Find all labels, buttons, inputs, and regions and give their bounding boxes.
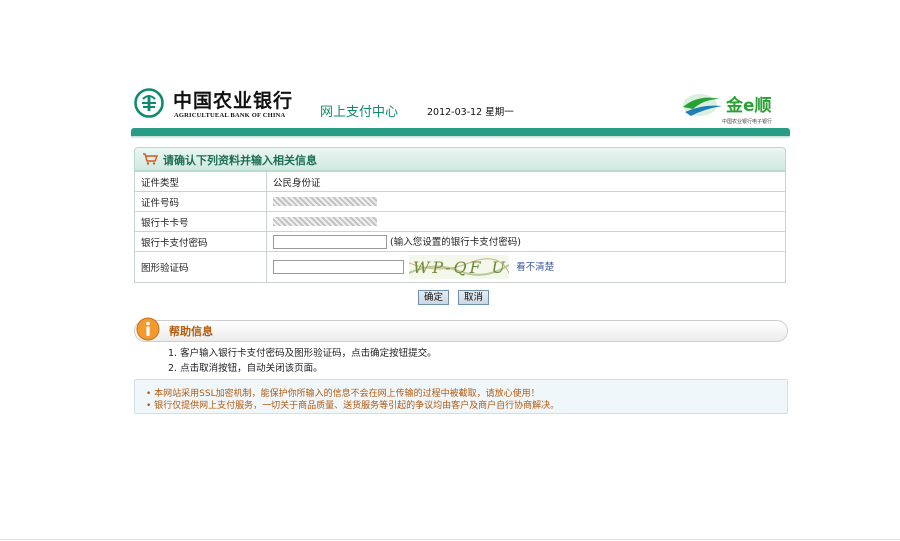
captcha-text: WP-QF U: [413, 258, 506, 277]
captcha-cell: WP-QF U 看不清楚: [266, 251, 786, 283]
bank-name-cn: 中国农业银行: [173, 90, 294, 112]
payment-center-title: 网上支付中心: [320, 105, 399, 120]
id-number-label: 证件号码: [134, 191, 267, 212]
notice-line: • 银行仅提供网上支付服务，一切关于商品质量、送货服务等引起的争议均由客户及商户…: [146, 401, 560, 411]
password-hint: (输入您设置的银行卡支付密码): [390, 236, 521, 248]
table-row: 银行卡支付密码 (输入您设置的银行卡支付密码): [134, 231, 786, 252]
abc-bank-logo-icon: [134, 88, 164, 118]
help-item: 2. 点击取消按钮，自动关闭该页面。: [168, 363, 323, 374]
payment-password-input[interactable]: [273, 235, 387, 250]
cancel-button[interactable]: 取消: [458, 290, 490, 305]
header-divider-shadow: [131, 136, 790, 139]
shopping-cart-icon: [143, 153, 158, 165]
id-type-label: 证件类型: [134, 171, 267, 192]
help-title-bar: [134, 320, 788, 342]
help-item: 1. 客户输入银行卡支付密码及图形验证码，点击确定按钮提交。: [168, 348, 437, 359]
header-divider: [131, 128, 790, 136]
payment-form-panel: 请确认下列资料并输入相关信息 证件类型 公民身份证 证件号码 银行卡卡号 银行卡…: [134, 147, 786, 283]
form-buttons: 确定 取消: [418, 290, 498, 305]
bottom-divider: [0, 539, 900, 540]
security-notice: • 本网站采用SSL加密机制，能保护你所输入的信息不会在网上传输的过程中被截取，…: [134, 379, 788, 414]
help-list: 1. 客户输入银行卡支付密码及图形验证码，点击确定按钮提交。 2. 点击取消按钮…: [168, 346, 437, 376]
captcha-image[interactable]: WP-QF U: [409, 255, 510, 279]
password-cell: (输入您设置的银行卡支付密码): [266, 231, 786, 252]
card-number-label: 银行卡卡号: [134, 211, 267, 232]
brand-name: 金e顺: [726, 96, 772, 116]
form-title: 请确认下列资料并输入相关信息: [163, 154, 317, 167]
card-number-cell: [266, 211, 786, 232]
payment-info-table: 证件类型 公民身份证 证件号码 银行卡卡号 银行卡支付密码 (输入您设置的银行卡…: [134, 171, 786, 283]
current-date: 2012-03-12 星期一: [427, 107, 514, 118]
form-title-bar: 请确认下列资料并输入相关信息: [134, 147, 786, 171]
table-row: 银行卡卡号: [134, 211, 786, 232]
confirm-button[interactable]: 确定: [418, 290, 450, 305]
help-title: 帮助信息: [169, 325, 213, 338]
masked-id-number: [273, 197, 377, 206]
page-header: 中国农业银行 AGRICULTUEAL BANK OF CHINA 网上支付中心…: [131, 80, 790, 132]
refresh-captcha-link[interactable]: 看不清楚: [516, 262, 554, 273]
table-row: 证件类型 公民身份证: [134, 171, 786, 192]
brand-swoosh-icon: [683, 94, 722, 116]
bank-name-en: AGRICULTUEAL BANK OF CHINA: [174, 112, 286, 119]
info-icon: [136, 317, 160, 341]
brand-subtitle: 中国农业银行电子银行: [722, 119, 773, 125]
id-type-value: 公民身份证: [266, 171, 786, 192]
brand-logo: 金e顺 中国农业银行电子银行: [680, 88, 790, 128]
captcha-label: 图形验证码: [134, 251, 267, 283]
table-row: 证件号码: [134, 191, 786, 212]
password-label: 银行卡支付密码: [134, 231, 267, 252]
captcha-input[interactable]: [273, 260, 404, 274]
masked-card-number: [273, 217, 377, 226]
table-row: 图形验证码 WP-QF U 看不清楚: [134, 251, 786, 283]
id-number-cell: [266, 191, 786, 212]
